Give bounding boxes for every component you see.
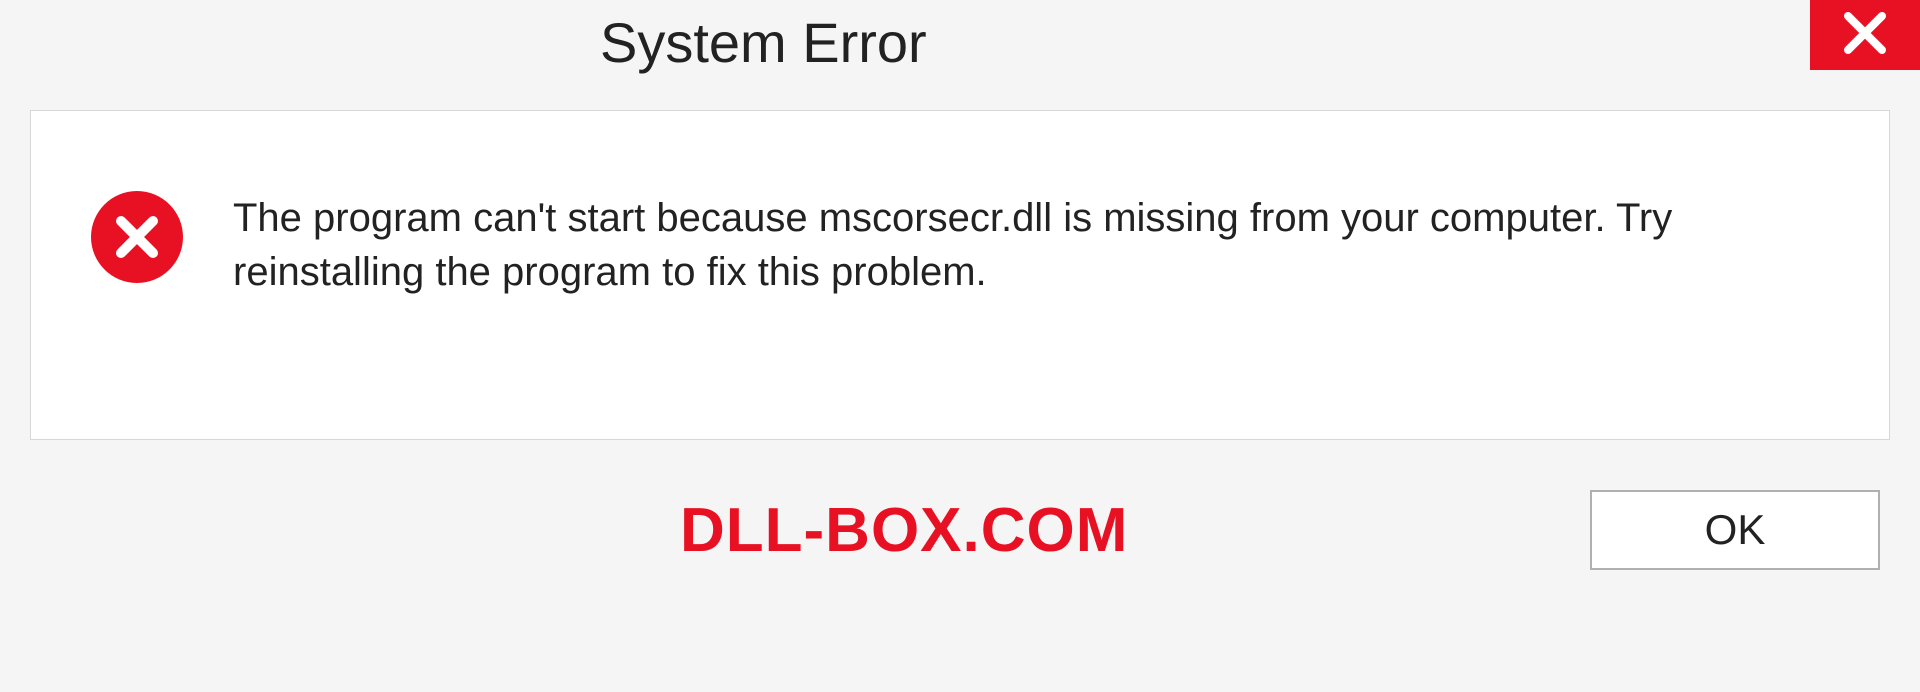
ok-button[interactable]: OK <box>1590 490 1880 570</box>
error-icon <box>91 191 183 283</box>
dialog-title: System Error <box>600 0 927 75</box>
watermark-text: DLL-BOX.COM <box>40 495 1128 566</box>
dialog-content: The program can't start because mscorsec… <box>30 110 1890 440</box>
close-button[interactable] <box>1810 0 1920 70</box>
titlebar: System Error <box>0 0 1920 100</box>
close-icon <box>1840 8 1890 63</box>
dialog-message: The program can't start because mscorsec… <box>233 191 1733 299</box>
dialog-footer: DLL-BOX.COM OK <box>0 440 1920 570</box>
ok-button-label: OK <box>1705 506 1766 554</box>
